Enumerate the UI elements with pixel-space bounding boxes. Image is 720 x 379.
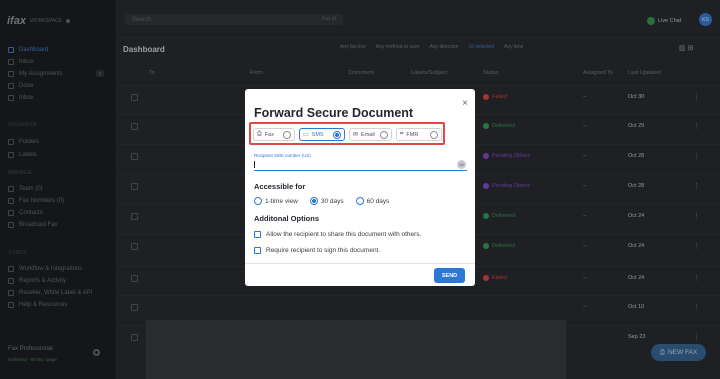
additional-options-heading: Additonal Options — [254, 214, 319, 223]
access-option-1-time-view[interactable]: 1-time view — [254, 197, 298, 205]
forward-document-dialog: × Forward Secure Document ⎙ Fax ▭ SMS ✉ Email… — [245, 89, 475, 286]
fmr-icon: ⌗ — [400, 131, 404, 137]
radio-icon — [380, 130, 388, 139]
channel-label: Fax — [264, 131, 274, 138]
channel-label: Email — [361, 131, 375, 138]
recipient-number-input[interactable]: 25 — [254, 159, 467, 171]
checkbox-icon — [254, 231, 261, 238]
access-duration-group: 1-time view 30 days 60 days — [254, 197, 389, 205]
channel-option-fmr[interactable]: ⌗ FMR — [396, 128, 442, 141]
allow-share-checkbox[interactable]: Allow the recipient to share this docume… — [254, 231, 421, 238]
access-option-60-days[interactable]: 60 days — [355, 197, 390, 205]
divider — [245, 263, 475, 264]
channel-label: SMS — [311, 131, 324, 138]
access-option-label: 1-time view — [265, 197, 298, 205]
dialog-title: Forward Secure Document — [254, 106, 414, 120]
allow-share-label: Allow the recipient to share this docume… — [266, 231, 422, 238]
require-sign-checkbox[interactable]: Require recipient to sign this document. — [254, 247, 380, 254]
text-caret — [254, 161, 255, 168]
radio-icon — [430, 130, 438, 139]
access-option-label: 60 days — [366, 197, 390, 205]
channel-option-fax[interactable]: ⎙ Fax — [253, 128, 295, 141]
access-option-label: 30 days — [320, 197, 344, 205]
radio-icon — [254, 197, 262, 205]
channel-option-sms[interactable]: ▭ SMS — [299, 128, 345, 141]
require-sign-label: Require recipient to sign this document. — [266, 247, 381, 254]
channel-label: FMR — [406, 131, 419, 138]
radio-icon — [333, 130, 341, 139]
recipient-field-label: Recipient SMS number (US) — [254, 153, 311, 158]
accessible-for-heading: Accessible for — [254, 182, 306, 191]
access-option-30-days[interactable]: 30 days — [309, 197, 344, 205]
close-icon[interactable]: × — [462, 98, 468, 109]
sms-icon: ▭ — [303, 132, 309, 138]
radio-icon — [283, 130, 291, 139]
checkbox-icon — [254, 247, 261, 254]
character-counter: 25 — [457, 160, 466, 169]
fax-icon: ⎙ — [257, 131, 262, 137]
email-icon: ✉ — [353, 132, 359, 138]
radio-icon — [355, 197, 364, 205]
channel-option-email[interactable]: ✉ Email — [349, 128, 392, 141]
send-button[interactable]: SEND — [434, 268, 465, 283]
radio-icon — [309, 197, 318, 205]
